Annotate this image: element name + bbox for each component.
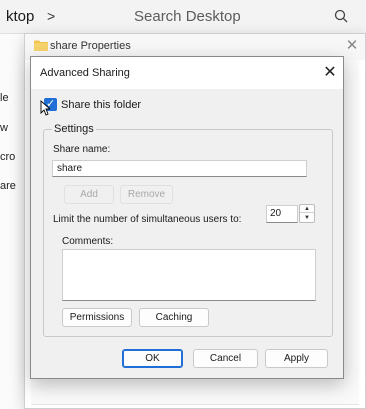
share-name-field[interactable]: share: [52, 160, 307, 177]
settings-group-label: Settings: [52, 123, 96, 135]
share-folder-label[interactable]: Share this folder: [61, 99, 141, 111]
caching-button[interactable]: Caching: [139, 308, 209, 327]
nav-item[interactable]: w: [0, 122, 8, 134]
dialog-title: Advanced Sharing: [40, 67, 130, 79]
breadcrumb-chevron-icon[interactable]: >: [47, 8, 55, 24]
cancel-button[interactable]: Cancel: [193, 349, 258, 368]
user-limit-field[interactable]: 20: [266, 205, 298, 223]
permissions-button[interactable]: Permissions: [62, 308, 132, 327]
dialog-close-icon[interactable]: ✕: [319, 63, 341, 83]
search-box[interactable]: Search Desktop: [118, 2, 362, 32]
settings-group: Settings Share name: share Add Remove Li…: [43, 123, 333, 337]
search-icon[interactable]: [333, 8, 351, 26]
ok-button[interactable]: OK: [122, 349, 183, 368]
divider: [31, 404, 359, 405]
comments-field[interactable]: [62, 249, 316, 301]
navigation-pane: le w cro are: [0, 34, 24, 409]
comments-label: Comments:: [62, 236, 114, 247]
dialog-titlebar: Advanced Sharing ✕: [31, 57, 343, 89]
share-name-label: Share name:: [53, 144, 111, 155]
properties-title: share Properties: [50, 40, 131, 52]
breadcrumb[interactable]: ktop: [6, 8, 34, 25]
nav-item[interactable]: cro: [0, 151, 15, 163]
search-input[interactable]: Search Desktop: [134, 8, 241, 25]
properties-close-icon[interactable]: ✕: [341, 36, 363, 56]
nav-item[interactable]: are: [0, 180, 16, 192]
folder-icon: [34, 40, 48, 51]
nav-item[interactable]: le: [0, 92, 9, 104]
apply-button[interactable]: Apply: [265, 349, 328, 368]
advanced-sharing-dialog: Advanced Sharing ✕ ✓ Share this folder S…: [30, 56, 344, 379]
spin-up-icon[interactable]: ▲: [300, 205, 314, 213]
user-limit-label: Limit the number of simultaneous users t…: [53, 214, 242, 225]
remove-button[interactable]: Remove: [120, 185, 173, 204]
spin-down-icon[interactable]: ▼: [300, 214, 314, 222]
user-limit-stepper[interactable]: ▲ ▼: [299, 204, 315, 223]
explorer-toolbar: ktop > Search Desktop: [0, 0, 366, 34]
mouse-cursor-icon: [40, 100, 50, 116]
add-button[interactable]: Add: [64, 185, 114, 204]
